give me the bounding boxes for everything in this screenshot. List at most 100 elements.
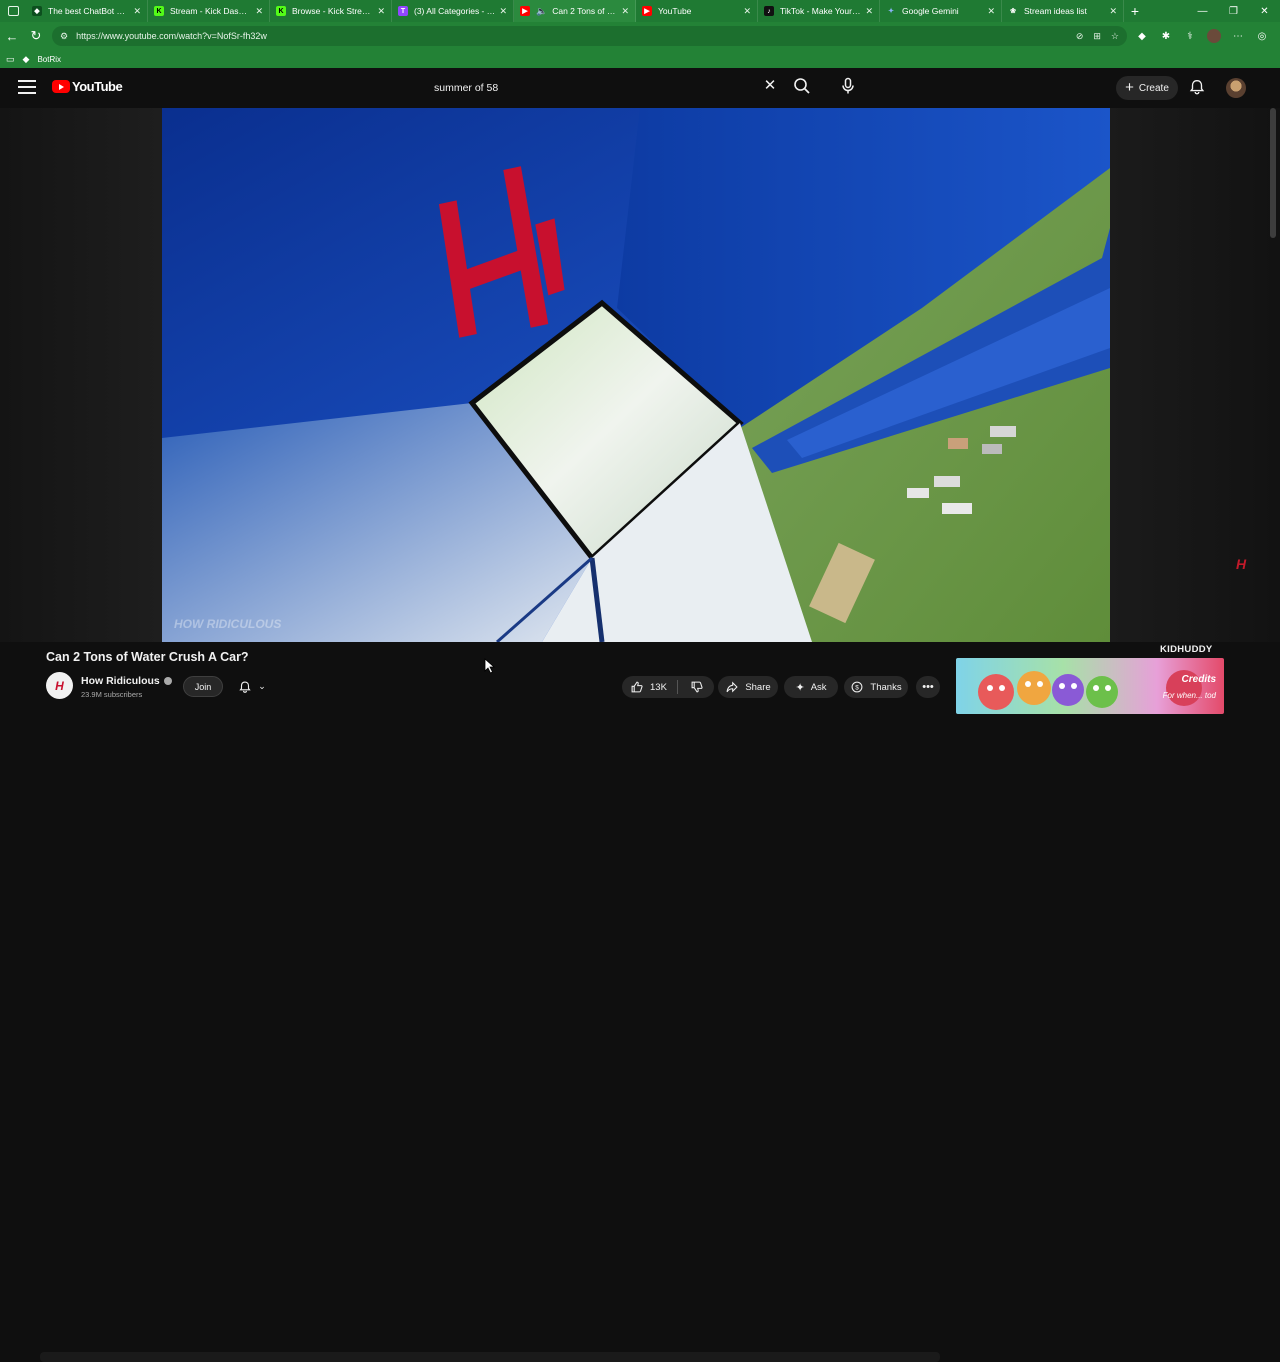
account-avatar[interactable]: [1226, 78, 1246, 98]
youtube-play-icon: [52, 80, 70, 93]
kick-icon: K: [154, 6, 164, 16]
speaker-icon[interactable]: 🔈: [536, 6, 547, 17]
youtube-icon: ▶: [520, 6, 530, 16]
browser-tab[interactable]: ✦ Google Gemini ✕: [880, 0, 1002, 22]
browser-tab[interactable]: ❀ Stream ideas list ✕: [1002, 0, 1124, 22]
video-info-section: Can 2 Tons of Water Crush A Car? H How R…: [0, 642, 1280, 1362]
new-tab-button[interactable]: +: [1124, 3, 1146, 19]
site-info-icon[interactable]: ⚙: [60, 31, 68, 42]
cast-icon[interactable]: ⊘: [1076, 31, 1084, 42]
url-text: https://www.youtube.com/watch?v=NofSr-fh…: [76, 31, 267, 41]
share-icon: [726, 681, 738, 693]
gemini-icon: ✦: [888, 8, 894, 15]
diamond-icon: ◆: [32, 6, 42, 16]
browser-tab-bar: ◆ The best ChatBot and ✕ K Stream - Kick Da…: [0, 0, 1280, 22]
like-count[interactable]: 13K: [650, 682, 667, 693]
profile-avatar[interactable]: [1207, 29, 1221, 43]
youtube-header: YouTube summer of 58 ✕ + Create: [0, 68, 1280, 108]
more-menu-icon[interactable]: ⋯: [1231, 31, 1245, 42]
minimize-icon[interactable]: —: [1187, 0, 1218, 22]
close-icon[interactable]: ✕: [621, 6, 629, 17]
chatgpt-icon: ❀: [1010, 8, 1016, 15]
mouse-cursor-icon: [484, 658, 496, 674]
close-icon[interactable]: ✕: [499, 6, 507, 17]
twitch-icon: T: [398, 6, 408, 16]
share-button[interactable]: Share: [718, 676, 778, 698]
bookmark-diamond-icon: ◆: [22, 53, 30, 64]
url-field[interactable]: ⚙ https://www.youtube.com/watch?v=NofSr-…: [52, 26, 1127, 46]
microphone-icon[interactable]: [838, 76, 858, 96]
svg-text:$: $: [856, 684, 860, 691]
ask-button[interactable]: ✦ Ask: [784, 676, 838, 698]
join-button[interactable]: Join: [183, 676, 223, 697]
hamburger-menu-icon[interactable]: [18, 80, 36, 94]
window-controls: — ❐ ✕: [1187, 0, 1280, 22]
extension-diamond-icon[interactable]: ◆: [1135, 31, 1149, 42]
search-input[interactable]: summer of 58: [422, 74, 788, 101]
divider: [676, 680, 678, 694]
page-scrollbar[interactable]: [1270, 108, 1276, 238]
tab-groups-icon[interactable]: ⚕: [1183, 31, 1197, 42]
close-icon[interactable]: ✕: [987, 6, 995, 17]
youtube-logo[interactable]: YouTube: [52, 79, 123, 94]
extensions-puzzle-icon[interactable]: ✱: [1159, 31, 1173, 42]
subscriber-count: 23.9M subscribers: [81, 690, 143, 699]
search-icon[interactable]: [792, 76, 812, 96]
plus-icon: +: [1125, 79, 1134, 96]
ad-subline: For when... tod: [1162, 691, 1216, 700]
close-icon[interactable]: ✕: [133, 6, 141, 17]
close-icon[interactable]: ✕: [255, 6, 263, 17]
ad-banner[interactable]: Credits For when... tod: [956, 658, 1224, 714]
close-icon[interactable]: ✕: [865, 6, 873, 17]
copilot-icon[interactable]: ◎: [1255, 31, 1269, 42]
browser-tab[interactable]: T (3) All Categories - Twi ✕: [392, 0, 514, 22]
ad-characters-image: [978, 670, 1202, 710]
youtube-icon: ▶: [642, 6, 652, 16]
video-frame: HOW RIDICULOUS: [162, 108, 1110, 642]
bookmark-star-icon[interactable]: ☆: [1111, 31, 1119, 42]
thanks-button[interactable]: $ Thanks: [844, 676, 908, 698]
channel-avatar[interactable]: H: [46, 672, 73, 699]
bookmark-item[interactable]: BotRix: [37, 55, 61, 64]
thumbs-down-icon[interactable]: [690, 680, 704, 694]
extensions-area: ◆ ✱ ⚕ ⋯ ◎: [1135, 29, 1269, 43]
close-icon[interactable]: ✕: [377, 6, 385, 17]
bell-icon: [239, 681, 251, 693]
close-window-icon[interactable]: ✕: [1249, 0, 1280, 22]
back-icon[interactable]: ←: [0, 24, 24, 48]
address-bar-row: ← ↻ ⚙ https://www.youtube.com/watch?v=No…: [0, 22, 1280, 50]
like-dislike-group: 13K: [622, 676, 714, 698]
browser-tab[interactable]: K Stream - Kick Dashboa ✕: [148, 0, 270, 22]
ad-brand-label: KIDHUDDY: [1160, 644, 1213, 655]
subscribed-notifications-button[interactable]: ⌄: [231, 676, 273, 697]
browser-tab[interactable]: ◆ The best ChatBot and ✕: [26, 0, 148, 22]
sidebar-toggle-icon[interactable]: ▭: [6, 54, 15, 65]
ambient-right: [1110, 108, 1280, 642]
channel-name[interactable]: How Ridiculous: [81, 675, 172, 687]
tiktok-icon: ♪: [764, 6, 774, 16]
video-watermark: HOW RIDICULOUS: [174, 617, 281, 631]
chevron-down-icon: ⌄: [258, 681, 266, 691]
clear-search-icon[interactable]: ✕: [760, 76, 780, 94]
restore-icon[interactable]: ❐: [1218, 0, 1249, 22]
ad-headline: Credits: [1181, 674, 1216, 685]
window-menu-icon[interactable]: [0, 0, 26, 22]
browser-tab[interactable]: ▶ YouTube ✕: [636, 0, 758, 22]
reload-icon[interactable]: ↻: [24, 24, 48, 48]
channel-corner-logo: H: [1236, 556, 1247, 572]
browser-tab[interactable]: ♪ TikTok - Make Your Da ✕: [758, 0, 880, 22]
thumbs-up-icon[interactable]: [630, 680, 644, 694]
more-actions-icon[interactable]: •••: [916, 676, 940, 698]
bookmarks-bar: ▭ ◆ BotRix: [0, 50, 1280, 68]
notifications-bell-icon[interactable]: [1188, 78, 1206, 96]
browser-tab-active[interactable]: ▶ 🔈 Can 2 Tons of Wat ✕: [514, 0, 636, 22]
video-player[interactable]: HOW RIDICULOUS: [162, 108, 1110, 642]
create-button[interactable]: + Create: [1116, 76, 1178, 100]
browser-tab[interactable]: K Browse - Kick Streamin ✕: [270, 0, 392, 22]
kick-icon: K: [276, 6, 286, 16]
install-icon[interactable]: ⊞: [1093, 31, 1101, 42]
super-thanks-icon: $: [851, 681, 863, 693]
ambient-left: [0, 108, 162, 642]
close-icon[interactable]: ✕: [1109, 6, 1117, 17]
close-icon[interactable]: ✕: [743, 6, 751, 17]
